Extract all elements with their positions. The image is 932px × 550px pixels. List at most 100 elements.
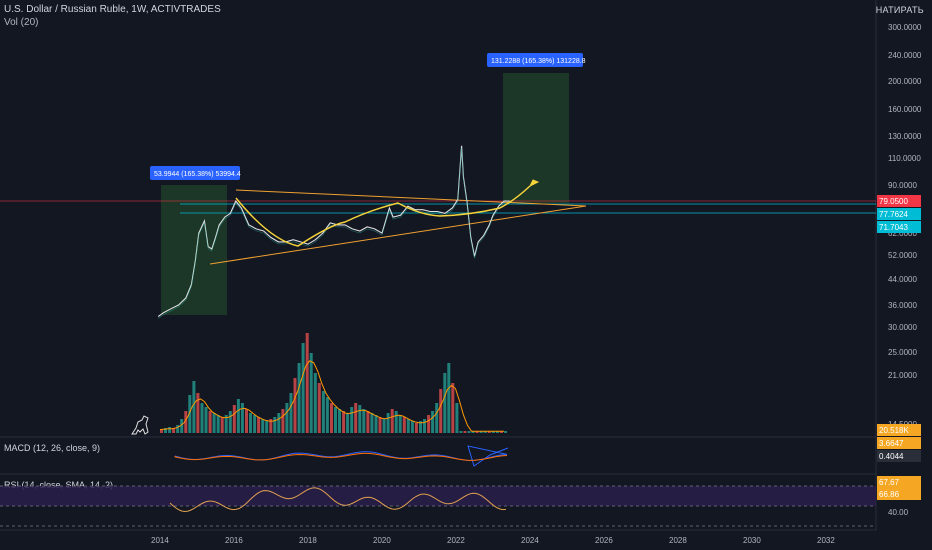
volume-bar <box>459 431 463 433</box>
volume-bar <box>439 389 443 433</box>
price-tick-label: 44.0000 <box>888 275 917 284</box>
volume-bar <box>309 353 313 433</box>
volume-bar <box>463 431 467 433</box>
volume-bar <box>216 415 220 433</box>
volume-bar <box>236 399 240 433</box>
volume-bar <box>240 403 244 433</box>
volume-bar <box>402 417 406 433</box>
volume-bar <box>293 378 297 433</box>
volume-bar <box>253 415 257 433</box>
volume-bar <box>168 427 172 433</box>
volume-bar <box>354 403 358 433</box>
price-tag-label: 20.518K <box>879 426 909 435</box>
volume-bar <box>431 411 435 433</box>
volume-bar <box>245 409 248 433</box>
volume-bar <box>220 417 224 433</box>
price-tick-label: 90.0000 <box>888 181 917 190</box>
volume-bar <box>232 405 236 433</box>
price-tick-label: 110.0000 <box>888 154 921 163</box>
volume-bar <box>285 403 289 433</box>
volume-bar <box>423 419 426 433</box>
price-tick-label: 200.0000 <box>888 77 922 86</box>
price-tag-label: 3.6647 <box>879 439 904 448</box>
price-tag-label: 79.0500 <box>879 197 908 206</box>
volume-bar <box>410 421 414 433</box>
price-tick-label: 300.0000 <box>888 23 922 32</box>
price-tick-label: 160.0000 <box>888 105 922 114</box>
time-tick-label: 2030 <box>743 536 761 545</box>
volume-bar <box>455 403 459 433</box>
volume-bar <box>374 415 378 433</box>
volume-bar <box>200 403 204 433</box>
volume-bar <box>192 381 196 433</box>
volume-bar <box>277 413 281 433</box>
volume-bar <box>435 403 439 433</box>
price-tag-label: 66.86 <box>879 490 900 499</box>
time-tick-label: 2028 <box>669 536 687 545</box>
volume-bar <box>346 413 350 433</box>
volume-bar <box>427 415 431 433</box>
volume-bar <box>228 411 232 433</box>
volume-bar <box>350 407 354 433</box>
volume-bar <box>249 413 252 433</box>
volume-bar <box>325 397 329 433</box>
volume-bar <box>370 413 374 433</box>
volume-bar <box>208 411 212 433</box>
volume-bar <box>378 417 382 433</box>
price-tag-label: 77.7624 <box>879 210 908 219</box>
volume-bar <box>313 373 317 433</box>
volume-bar <box>366 411 370 433</box>
volume-bar <box>330 403 333 433</box>
volume-bar <box>265 421 269 433</box>
chart-canvas: 53.9944 (165.38%) 53994.4 131.2288 (165.3… <box>0 0 922 545</box>
volume-bar <box>414 423 418 433</box>
measure-label-2: 131.2288 (165.38%) 131228.8 <box>491 58 586 65</box>
time-tick-label: 2020 <box>373 536 391 545</box>
measure-label-1: 53.9944 (165.38%) 53994.4 <box>154 171 241 178</box>
price-tag-label: 71.7043 <box>879 223 908 232</box>
volume-bar <box>257 417 261 433</box>
rsi-tick-label: 40.00 <box>888 508 909 517</box>
price-tick-label: 240.0000 <box>888 51 922 60</box>
volume-bar <box>504 431 507 433</box>
volume-bar <box>451 383 455 433</box>
volume-bar <box>261 419 265 433</box>
volume-bar <box>382 419 386 433</box>
pattern-curve <box>235 197 501 247</box>
volume-bar <box>317 383 321 433</box>
volume-bar <box>394 411 398 433</box>
price-tick-label: 52.0000 <box>888 251 917 260</box>
volume-bar <box>338 409 341 433</box>
price-tag-label: 67.67 <box>879 478 900 487</box>
measure-box-1 <box>161 185 227 315</box>
time-tick-label: 2026 <box>595 536 613 545</box>
rsi-band <box>0 486 876 506</box>
volume-bar <box>342 411 346 433</box>
volume-bar <box>321 391 325 433</box>
volume-bar <box>297 363 301 433</box>
volume-bar <box>289 393 293 433</box>
macd-signal-line <box>174 452 508 461</box>
volume-bar <box>386 413 390 433</box>
time-tick-label: 2014 <box>151 536 169 545</box>
volume-bar <box>196 393 200 433</box>
volume-bar <box>406 419 410 433</box>
time-tick-label: 2032 <box>817 536 835 545</box>
volume-bar <box>281 409 285 433</box>
volume-bar <box>204 407 208 433</box>
price-tag-label: 0.4044 <box>879 452 904 461</box>
price-tick-label: 30.0000 <box>888 323 917 332</box>
volume-bar <box>398 415 402 433</box>
volume-bar <box>273 417 277 433</box>
time-tick-label: 2016 <box>225 536 243 545</box>
volume-bar <box>390 409 394 433</box>
volume-bar <box>362 409 366 433</box>
volume-bar <box>301 343 305 433</box>
volume-bar <box>212 413 216 433</box>
price-tick-label: 21.0000 <box>888 371 917 380</box>
volume-bar <box>443 373 447 433</box>
watermark-logo <box>131 415 149 435</box>
price-tick-label: 25.0000 <box>888 348 917 357</box>
price-tick-label: 36.0000 <box>888 301 917 310</box>
volume-bar <box>467 431 471 433</box>
